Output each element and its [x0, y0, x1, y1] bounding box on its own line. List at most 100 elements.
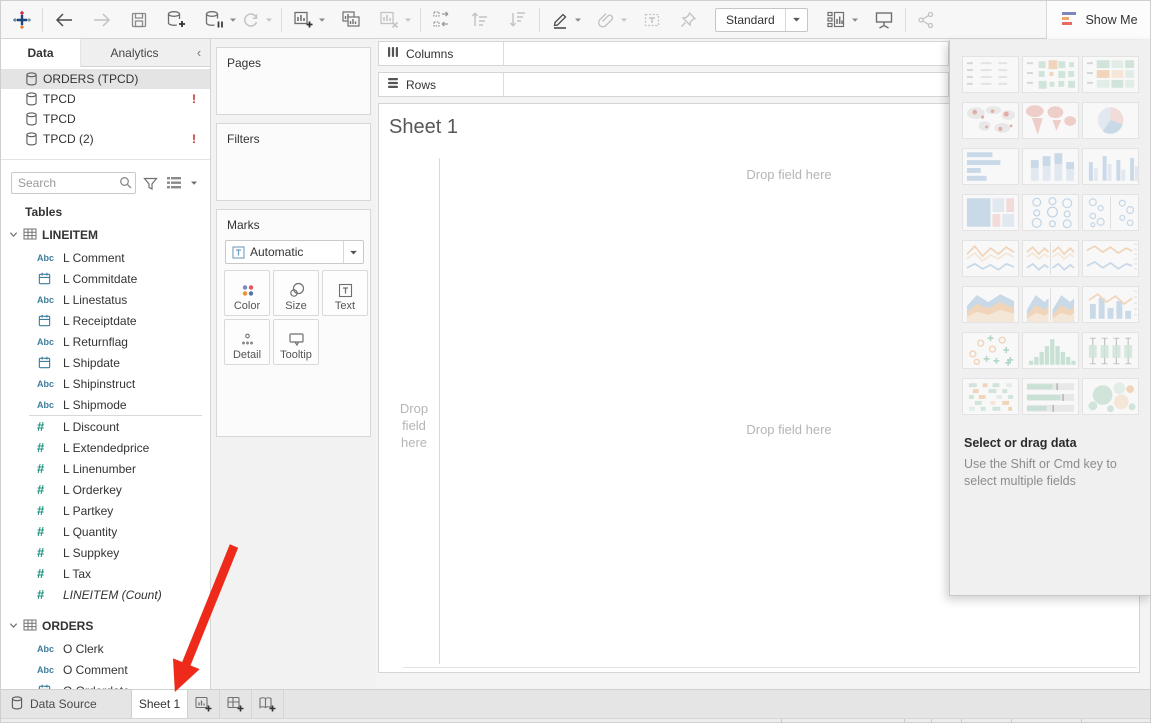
fit-dropdown-value: Standard	[716, 13, 785, 27]
field-item[interactable]: O Orderdate	[1, 680, 210, 689]
show-me-thumbnail-treemap	[962, 194, 1019, 231]
color-mark-button[interactable]: Color	[224, 270, 270, 316]
clear-sheet-button[interactable]	[375, 5, 403, 35]
redo-button[interactable]	[88, 5, 116, 35]
tableau-logo-icon	[9, 5, 35, 35]
text-mark-button[interactable]: Text	[322, 270, 368, 316]
datasource-item[interactable]: TPCD!	[1, 89, 210, 109]
search-input[interactable]	[11, 172, 136, 194]
mark-type-icon	[226, 246, 250, 259]
group-members-button[interactable]	[593, 5, 619, 35]
drop-zone-rows[interactable]: Drop field here	[391, 400, 437, 451]
show-me-thumbnail-gantt	[962, 378, 1019, 415]
error-badge: !	[192, 92, 210, 106]
new-datasource-button[interactable]	[162, 5, 190, 35]
tableau-window: Standard Show Me Data Analytics ‹ O	[0, 0, 1151, 723]
chevron-down-icon[interactable]	[9, 228, 18, 242]
field-item[interactable]: #L Discount	[1, 416, 210, 437]
mark-type-caret[interactable]	[343, 241, 363, 263]
tooltip-mark-button[interactable]: Tooltip	[273, 319, 319, 365]
datasource-item[interactable]: ORDERS (TPCD)	[1, 69, 210, 89]
pause-updates-button[interactable]	[200, 5, 228, 35]
new-worksheet-caret[interactable]	[317, 5, 327, 35]
field-item[interactable]: AbcL Shipmode	[1, 394, 210, 415]
field-item[interactable]: AbcL Comment	[1, 247, 210, 268]
marks-card[interactable]: Marks Automatic ColorSizeTextDetailToolt…	[216, 209, 371, 437]
refresh-button[interactable]	[238, 5, 264, 35]
datasource-label: ORDERS (TPCD)	[43, 72, 210, 86]
share-button[interactable]	[913, 5, 939, 35]
highlight-caret[interactable]	[573, 5, 583, 35]
highlight-button[interactable]	[547, 5, 573, 35]
show-me-thumbnail-dual-combination	[1082, 286, 1139, 323]
new-dashboard-tab-button[interactable]	[220, 690, 252, 718]
fit-dropdown-caret[interactable]	[785, 9, 807, 31]
sort-descending-button[interactable]	[504, 5, 532, 35]
table-lineitem[interactable]: LINEITEM	[1, 223, 210, 247]
field-item[interactable]: #L Partkey	[1, 500, 210, 521]
field-item[interactable]: #L Extendedprice	[1, 437, 210, 458]
save-button[interactable]	[126, 5, 152, 35]
filters-card[interactable]: Filters	[216, 123, 371, 201]
mark-button-label: Size	[285, 300, 306, 312]
field-item[interactable]: AbcL Linestatus	[1, 289, 210, 310]
field-item[interactable]: AbcO Comment	[1, 659, 210, 680]
size-mark-button[interactable]: Size	[273, 270, 319, 316]
table-orders[interactable]: ORDERS	[1, 614, 210, 638]
new-worksheet-button[interactable]	[289, 5, 317, 35]
collapse-pane-button[interactable]: ‹	[188, 39, 210, 67]
duplicate-sheet-button[interactable]	[337, 5, 365, 35]
fit-dropdown[interactable]: Standard	[715, 8, 808, 32]
tab-data[interactable]: Data	[1, 39, 81, 67]
filter-fields-icon[interactable]	[140, 172, 160, 194]
presentation-mode-button[interactable]	[870, 5, 898, 35]
show-me-panel: Select or drag data Use the Shift or Cmd…	[949, 40, 1151, 596]
field-item[interactable]: AbcL Shipinstruct	[1, 373, 210, 394]
field-item[interactable]: #L Suppkey	[1, 542, 210, 563]
datasource-item[interactable]: TPCD (2)!	[1, 129, 210, 149]
undo-button[interactable]	[50, 5, 78, 35]
show-me-thumbnail-highlight-table	[1082, 56, 1139, 93]
datasource-list: ORDERS (TPCD) TPCD!TPCDTPCD (2)!	[1, 69, 210, 149]
tab-data-source[interactable]: Data Source	[1, 690, 132, 718]
field-item[interactable]: L Commitdate	[1, 268, 210, 289]
columns-shelf[interactable]: Columns	[378, 41, 949, 66]
sort-ascending-button[interactable]	[466, 5, 494, 35]
view-options-icon[interactable]	[164, 172, 184, 194]
field-item[interactable]: #L Orderkey	[1, 479, 210, 500]
mark-type-dropdown[interactable]: Automatic	[225, 240, 364, 264]
show-me-thumbnail-side-by-side-bars	[1082, 148, 1139, 185]
status-divider	[781, 719, 782, 723]
clear-sheet-caret[interactable]	[403, 5, 413, 35]
tab-analytics[interactable]: Analytics	[81, 39, 188, 67]
pages-card[interactable]: Pages	[216, 47, 371, 115]
show-mark-labels-button[interactable]	[639, 5, 665, 35]
swap-rows-columns-button[interactable]	[428, 5, 456, 35]
new-worksheet-tab-button[interactable]	[188, 690, 220, 718]
field-item[interactable]: L Shipdate	[1, 352, 210, 373]
tab-sheet-1[interactable]: Sheet 1	[132, 690, 188, 718]
field-item[interactable]: AbcO Clerk	[1, 638, 210, 659]
field-item[interactable]: #LINEITEM (Count)	[1, 584, 210, 605]
show-me-button[interactable]: Show Me	[1046, 1, 1151, 39]
database-icon	[25, 92, 43, 106]
field-item[interactable]: AbcL Returnflag	[1, 331, 210, 352]
show-hide-cards-caret[interactable]	[850, 5, 860, 35]
show-me-thumbnail-heat-map	[1022, 56, 1079, 93]
datasource-item[interactable]: TPCD	[1, 109, 210, 129]
field-item[interactable]: #L Tax	[1, 563, 210, 584]
field-item[interactable]: L Receiptdate	[1, 310, 210, 331]
rows-label: Rows	[406, 78, 436, 92]
chevron-down-icon[interactable]	[9, 619, 18, 633]
refresh-caret[interactable]	[264, 5, 274, 35]
fix-axes-pin-button[interactable]	[675, 5, 701, 35]
pause-updates-caret[interactable]	[228, 5, 238, 35]
rows-shelf[interactable]: Rows	[378, 72, 949, 97]
group-members-caret[interactable]	[619, 5, 629, 35]
field-item[interactable]: #L Linenumber	[1, 458, 210, 479]
view-options-caret[interactable]	[188, 172, 200, 194]
show-hide-cards-button[interactable]	[822, 5, 850, 35]
field-item[interactable]: #L Quantity	[1, 521, 210, 542]
detail-mark-button[interactable]: Detail	[224, 319, 270, 365]
new-story-tab-button[interactable]	[252, 690, 284, 718]
